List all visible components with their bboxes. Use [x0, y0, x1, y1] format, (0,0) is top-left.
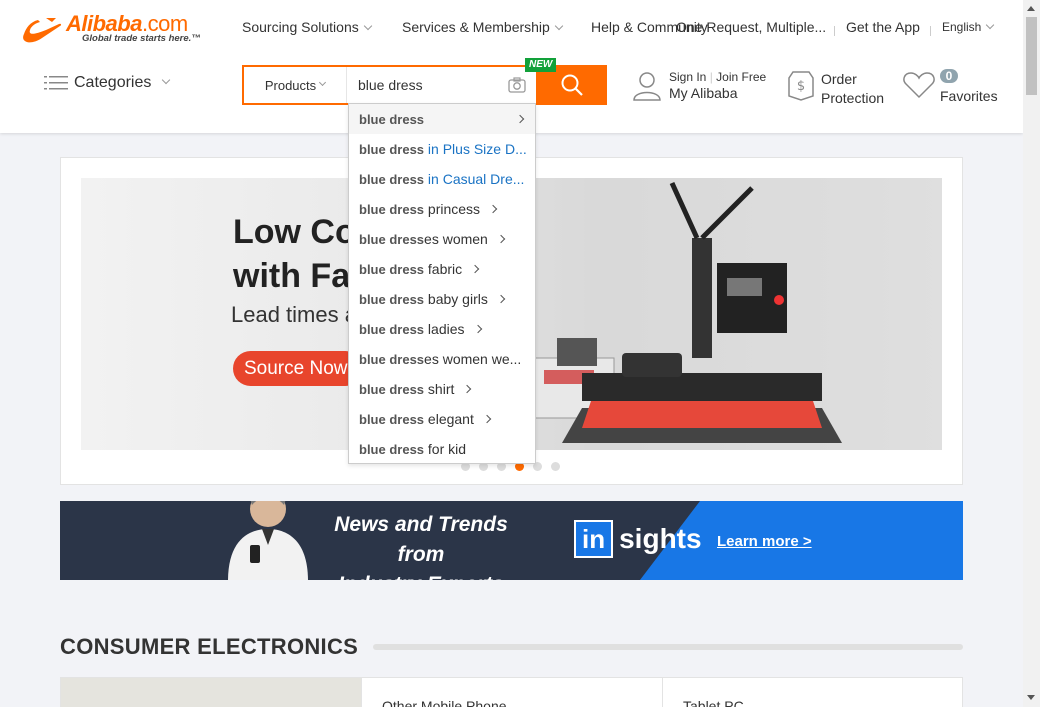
heart-icon: [903, 72, 935, 99]
divider: [834, 26, 835, 36]
join-free-link[interactable]: Join Free: [716, 70, 766, 84]
suggestion-text: in Plus Size D...: [424, 141, 527, 157]
scroll-thumb[interactable]: [1026, 17, 1037, 95]
section-feature-image[interactable]: [61, 678, 361, 707]
suggestion-text: princess: [424, 201, 481, 217]
search-input[interactable]: [350, 67, 506, 103]
search-suggestion-item[interactable]: blue dress: [349, 104, 535, 134]
suggestion-term: blue dress: [359, 171, 425, 187]
scroll-down-arrow-icon[interactable]: [1027, 695, 1035, 700]
search-suggestion-item[interactable]: blue dress princess: [349, 194, 535, 224]
suggestion-text: shirt: [424, 381, 455, 397]
nav-sourcing-solutions[interactable]: Sourcing Solutions: [242, 19, 372, 35]
insights-banner[interactable]: News and Trends fromIndustry Experts ins…: [60, 501, 963, 580]
suggestion-term: blue dress: [359, 411, 425, 427]
suggestion-text: for kid: [424, 441, 467, 457]
suggestion-text: in Casual Dre...: [424, 171, 525, 187]
chevron-right-icon: [482, 414, 492, 424]
categories-label: Categories: [74, 74, 152, 91]
suggestion-term: blue dress: [359, 441, 425, 457]
favorites-label: Favorites: [940, 88, 998, 104]
category-cell-tablet-pc[interactable]: Tablet PC: [662, 678, 963, 707]
section-title: CONSUMER ELECTRONICS: [60, 634, 359, 659]
shield-dollar-icon: $: [788, 71, 814, 101]
sign-in-link[interactable]: Sign In: [669, 70, 706, 84]
chevron-right-icon: [496, 294, 506, 304]
chevron-right-icon: [496, 234, 506, 244]
search-suggestion-item[interactable]: blue dress shirt: [349, 374, 535, 404]
search-suggestion-item[interactable]: blue dress fabric: [349, 254, 535, 284]
chevron-down-icon: [162, 75, 171, 85]
chevron-down-icon: [363, 21, 372, 31]
chevron-right-icon: [488, 204, 498, 214]
list-icon: [44, 76, 68, 90]
section-divider: [373, 644, 963, 650]
presenter-photo: [228, 501, 308, 580]
order-protection-line2: Protection: [821, 90, 885, 106]
user-icon: [633, 72, 661, 101]
category-cell-mobile-phone[interactable]: Other Mobile Phone: [361, 678, 662, 707]
nav-get-the-app[interactable]: Get the App: [846, 19, 920, 35]
suggestion-text: es women: [424, 231, 488, 247]
suggestion-term: blue dress: [359, 261, 425, 277]
chevron-down-icon: [554, 21, 564, 31]
page-scrollbar[interactable]: [1023, 0, 1040, 707]
chevron-right-icon: [473, 324, 482, 334]
carousel-dot[interactable]: [551, 462, 560, 471]
camera-icon[interactable]: [508, 77, 526, 93]
suggestion-text: elegant: [424, 411, 474, 427]
search-suggestion-item[interactable]: blue dress in Plus Size D...: [349, 134, 535, 164]
new-badge: NEW: [525, 58, 557, 72]
chevron-right-icon: [515, 114, 525, 124]
insights-logo: in sights: [574, 520, 702, 558]
suggestion-term: blue dress: [359, 381, 425, 397]
account-menu[interactable]: Sign In | Join Free My Alibaba: [632, 70, 766, 103]
suggestion-text: fabric: [424, 261, 463, 277]
alibaba-smile-icon: [23, 18, 62, 43]
search-suggestion-item[interactable]: blue dress ladies: [349, 314, 535, 344]
suggestion-term: blue dress: [359, 111, 425, 127]
favorites-link[interactable]: 0 Favorites: [902, 69, 998, 106]
divider: [930, 26, 931, 36]
chevron-right-icon: [463, 384, 472, 394]
search-suggestion-item[interactable]: blue dress in Casual Dre...: [349, 164, 535, 194]
suggestion-text: es women we...: [424, 351, 522, 367]
search-suggestions-dropdown: blue dress blue dress in Plus Size D... bl…: [348, 103, 536, 464]
scroll-up-arrow-icon[interactable]: [1027, 6, 1035, 11]
suggestion-term: blue dress: [359, 141, 425, 157]
suggestion-text: ladies: [424, 321, 465, 337]
search-type-select[interactable]: Products: [244, 67, 347, 103]
suggestion-text: baby girls: [424, 291, 488, 307]
language-selector[interactable]: English: [942, 20, 995, 34]
search-suggestion-item[interactable]: blue dress for kid: [349, 434, 535, 464]
order-protection-link[interactable]: $ Order Protection: [787, 70, 884, 108]
chevron-down-icon: [986, 20, 995, 30]
suggestion-term: blue dress: [359, 231, 425, 247]
categories-menu[interactable]: Categories: [44, 74, 171, 92]
suggestion-term: blue dress: [359, 291, 425, 307]
nav-services-membership[interactable]: Services & Membership: [402, 19, 564, 35]
svg-text:$: $: [797, 79, 805, 94]
search-icon: [561, 74, 583, 96]
learn-more-link[interactable]: Learn more >: [717, 533, 812, 550]
section-grid: Other Mobile Phone Tablet PC: [60, 677, 963, 707]
suggestion-term: blue dress: [359, 321, 425, 337]
search-suggestion-item[interactable]: blue dress es women: [349, 224, 535, 254]
chevron-right-icon: [470, 264, 480, 274]
search-suggestion-item[interactable]: blue dress baby girls: [349, 284, 535, 314]
insights-headline: News and Trends fromIndustry Experts: [334, 513, 508, 580]
heat-press-machine-image: [522, 178, 942, 450]
chevron-down-icon: [319, 78, 327, 86]
suggestion-term: blue dress: [359, 201, 425, 217]
my-alibaba-link[interactable]: My Alibaba: [669, 84, 766, 103]
search-suggestion-item[interactable]: blue dress elegant: [349, 404, 535, 434]
order-protection-line1: Order: [821, 71, 857, 87]
suggestion-term: blue dress: [359, 351, 425, 367]
source-now-button[interactable]: Source Now: [233, 351, 363, 386]
alibaba-logo[interactable]: Alibaba.com Global trade starts here.™: [16, 11, 208, 48]
nav-one-request[interactable]: One Request, Multiple...: [676, 19, 826, 35]
favorites-count-badge: 0: [940, 69, 958, 83]
search-suggestion-item[interactable]: blue dress es women we...: [349, 344, 535, 374]
logo-tagline: Global trade starts here.™: [82, 33, 201, 44]
